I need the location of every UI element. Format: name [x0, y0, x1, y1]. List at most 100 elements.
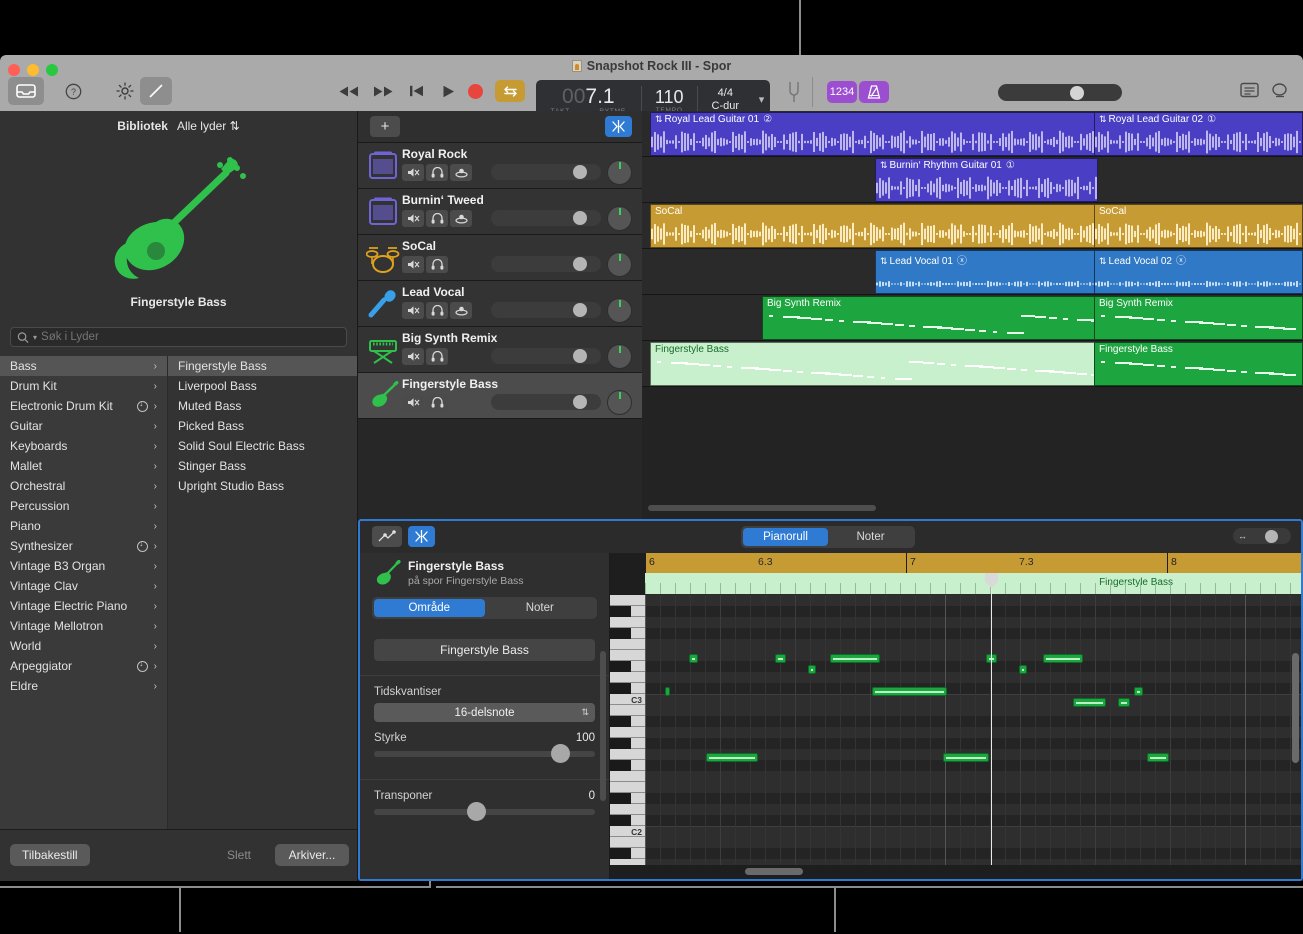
inspector-tabs[interactable]: OmrådeNoter — [372, 597, 597, 619]
mute-button[interactable] — [402, 348, 424, 365]
library-patch-fingerstyle-bass[interactable]: Fingerstyle Bass — [168, 356, 357, 376]
mute-button[interactable] — [402, 302, 424, 319]
library-category-drum-kit[interactable]: Drum Kit› — [0, 376, 167, 396]
reset-button[interactable]: Tilbakestill — [10, 844, 90, 866]
editor-view-tabs[interactable]: PianorullNoter — [741, 526, 915, 548]
piano-key-black[interactable] — [610, 848, 631, 859]
piano-roll-grid[interactable] — [645, 595, 1301, 865]
solo-button[interactable] — [426, 302, 448, 319]
midi-note[interactable] — [689, 654, 698, 663]
count-in-button[interactable]: 1234 — [827, 81, 857, 103]
track-pan-knob[interactable] — [607, 160, 632, 185]
piano-key[interactable] — [610, 639, 645, 650]
loop-browser-icon[interactable] — [1270, 82, 1290, 100]
track-pan-knob[interactable] — [607, 298, 632, 323]
add-track-button[interactable]: + — [370, 116, 400, 137]
library-patch-solid-soul-electric-bass[interactable]: Solid Soul Electric Bass — [168, 436, 357, 456]
library-category-world[interactable]: World› — [0, 636, 167, 656]
metronome-button[interactable] — [859, 81, 889, 103]
library-category-list[interactable]: Bass›Drum Kit›Electronic Drum Kit›Guitar… — [0, 356, 168, 829]
piano-key[interactable] — [610, 650, 645, 661]
library-category-synthesizer[interactable]: Synthesizer› — [0, 536, 167, 556]
arrange-region[interactable]: Fingerstyle Bass — [1094, 342, 1303, 386]
midi-note[interactable] — [1118, 698, 1130, 707]
midi-note[interactable] — [775, 654, 786, 663]
library-filter-popup[interactable]: Alle lyder ⇅ — [177, 119, 240, 133]
library-patch-stinger-bass[interactable]: Stinger Bass — [168, 456, 357, 476]
piano-key[interactable] — [610, 837, 645, 848]
piano-key[interactable] — [610, 749, 645, 760]
transpose-slider[interactable] — [374, 809, 595, 815]
piano-key[interactable] — [610, 595, 645, 606]
track-lane[interactable]: ⇅Lead Vocal 01ⓧ⇅Lead Vocal 02ⓧ — [642, 249, 1303, 295]
library-category-arpeggiator[interactable]: Arpeggiator› — [0, 656, 167, 676]
cycle-button[interactable] — [495, 80, 525, 102]
track-volume-slider[interactable] — [491, 348, 601, 364]
piano-key-black[interactable] — [610, 793, 631, 804]
delete-button[interactable]: Slett — [215, 844, 263, 866]
piano-roll-scroll-thumb[interactable] — [745, 868, 803, 875]
track-volume-slider[interactable] — [491, 302, 601, 318]
library-category-piano[interactable]: Piano› — [0, 516, 167, 536]
piano-key-black[interactable] — [610, 628, 631, 639]
library-category-guitar[interactable]: Guitar› — [0, 416, 167, 436]
arrange-region[interactable]: ⇅Lead Vocal 01ⓧ — [875, 250, 1098, 294]
library-category-mallet[interactable]: Mallet› — [0, 456, 167, 476]
piano-key[interactable] — [610, 617, 645, 628]
library-patch-picked-bass[interactable]: Picked Bass — [168, 416, 357, 436]
piano-key[interactable] — [610, 782, 645, 793]
transpose-slider-knob[interactable] — [467, 802, 486, 821]
library-patch-liverpool-bass[interactable]: Liverpool Bass — [168, 376, 357, 396]
piano-key-black[interactable] — [610, 606, 631, 617]
help-button[interactable]: ? — [58, 77, 88, 105]
arrange-horizontal-scrollbar[interactable] — [642, 505, 1303, 513]
piano-roll-vertical-scrollbar[interactable] — [1292, 653, 1299, 763]
solo-button[interactable] — [426, 210, 448, 227]
piano-key[interactable] — [610, 672, 645, 683]
tuning-fork-icon[interactable] — [786, 81, 802, 103]
inspector-patch-name[interactable]: Fingerstyle Bass — [374, 639, 595, 661]
library-category-vintage-clav[interactable]: Vintage Clav› — [0, 576, 167, 596]
track-pan-knob[interactable] — [607, 206, 632, 231]
track-pan-knob[interactable] — [607, 390, 632, 415]
arrange-region[interactable]: Big Synth Remix — [1094, 296, 1303, 340]
go-to-start-button[interactable] — [403, 81, 429, 101]
library-patch-upright-studio-bass[interactable]: Upright Studio Bass — [168, 476, 357, 496]
save-button[interactable]: Arkiver... — [275, 844, 349, 866]
library-toggle-button[interactable] — [8, 77, 44, 105]
track-lane[interactable]: Big Synth RemixBig Synth Remix — [642, 295, 1303, 341]
mute-button[interactable] — [402, 164, 424, 181]
mute-button[interactable] — [402, 210, 424, 227]
arrange-region[interactable]: ⇅Lead Vocal 02ⓧ — [1094, 250, 1303, 294]
track-header[interactable]: Big Synth Remix — [358, 327, 642, 373]
track-volume-knob[interactable] — [573, 211, 587, 225]
arrange-region[interactable]: SoCal — [1094, 204, 1303, 248]
inspector-tab-noter[interactable]: Noter — [485, 599, 596, 617]
quantize-popup[interactable]: 16-delsnote ⇅ — [374, 703, 595, 722]
library-category-bass[interactable]: Bass› — [0, 356, 167, 376]
mute-button[interactable] — [402, 394, 424, 411]
arrange-region[interactable]: ⇅Royal Lead Guitar 01② — [650, 112, 1098, 156]
download-icon[interactable] — [137, 541, 148, 552]
track-volume-slider[interactable] — [491, 394, 601, 410]
track-volume-knob[interactable] — [573, 257, 587, 271]
arrange-region[interactable]: SoCal — [650, 204, 1098, 248]
midi-note[interactable] — [943, 753, 989, 762]
midi-note[interactable] — [1019, 665, 1027, 674]
library-patch-muted-bass[interactable]: Muted Bass — [168, 396, 357, 416]
midi-note[interactable] — [1073, 698, 1106, 707]
midi-note[interactable] — [1147, 753, 1169, 762]
solo-button[interactable] — [426, 164, 448, 181]
library-category-vintage-b3-organ[interactable]: Vintage B3 Organ› — [0, 556, 167, 576]
list-editors-icon[interactable] — [1240, 82, 1260, 100]
velocity-slider-knob[interactable] — [551, 744, 570, 763]
midi-note[interactable] — [665, 687, 670, 696]
track-header[interactable]: Lead Vocal — [358, 281, 642, 327]
library-category-eldre[interactable]: Eldre› — [0, 676, 167, 696]
library-category-vintage-electric-piano[interactable]: Vintage Electric Piano› — [0, 596, 167, 616]
track-header[interactable]: Burnin‘ Tweed — [358, 189, 642, 235]
track-volume-knob[interactable] — [573, 395, 587, 409]
search-input[interactable] — [41, 331, 340, 343]
velocity-slider[interactable] — [374, 751, 595, 757]
piano-roll-horizontal-scrollbar[interactable] — [645, 868, 1300, 876]
